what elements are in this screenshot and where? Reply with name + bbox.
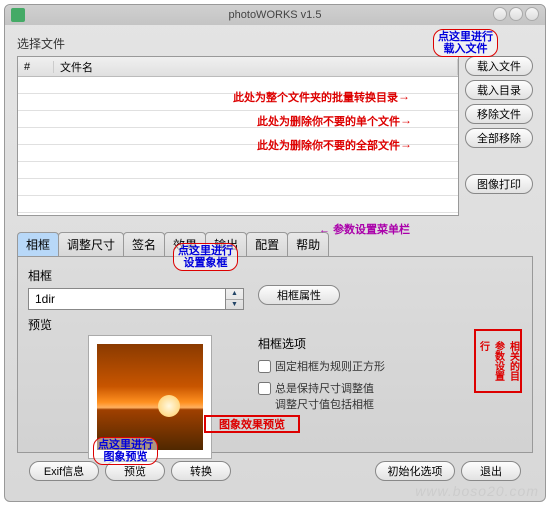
tab-signature[interactable]: 签名 xyxy=(123,232,165,256)
exif-button[interactable]: Exif信息 xyxy=(29,461,99,481)
app-window: photoWORKS v1.5 选择文件 # 文件名 载入文件 载入目录 xyxy=(4,4,546,502)
file-table[interactable]: # 文件名 xyxy=(17,56,459,216)
remove-all-button[interactable]: 全部移除 xyxy=(465,128,533,148)
frame-group-label: 相框 xyxy=(28,267,244,284)
exit-button[interactable]: 退出 xyxy=(461,461,521,481)
opt-keepsize-checkbox[interactable] xyxy=(258,382,271,395)
sun-icon xyxy=(158,395,180,417)
preview-label: 预览 xyxy=(28,316,244,333)
app-icon xyxy=(11,8,25,22)
annot-effect: 图象效果预览 xyxy=(219,416,285,432)
tab-help[interactable]: 帮助 xyxy=(287,232,329,256)
col-number: # xyxy=(18,61,54,73)
close-button[interactable] xyxy=(525,7,539,21)
tab-frame[interactable]: 相框 xyxy=(17,232,59,256)
sunset-image xyxy=(97,344,203,450)
preview-button[interactable]: 预览 xyxy=(105,461,165,481)
window-controls xyxy=(493,7,539,21)
annot-sideopts: 相关的目 参数设置 行 xyxy=(476,341,521,381)
annot-box-effect: 图象效果预览 xyxy=(204,415,300,433)
tab-config[interactable]: 配置 xyxy=(246,232,288,256)
opt-keepsize-label: 总是保持尺寸调整值 调整尺寸值包括相框 xyxy=(275,380,374,412)
remove-file-button[interactable]: 移除文件 xyxy=(465,104,533,124)
tab-bar: 相框 调整尺寸 签名 效果 输出 配置 帮助 xyxy=(17,232,533,257)
table-header: # 文件名 xyxy=(18,57,458,77)
titlebar: photoWORKS v1.5 xyxy=(5,5,545,25)
minimize-button[interactable] xyxy=(493,7,507,21)
annot-box-sideopts: 相关的目 参数设置 行 xyxy=(474,329,522,393)
tab-panel-frame: 相框 ▲▼ 预览 相框属性 xyxy=(17,257,533,453)
maximize-button[interactable] xyxy=(509,7,523,21)
opt-square-label: 固定相框为规则正方形 xyxy=(275,358,385,374)
convert-button[interactable]: 转换 xyxy=(171,461,231,481)
print-button[interactable]: 图像打印 xyxy=(465,174,533,194)
frame-props-button[interactable]: 相框属性 xyxy=(258,285,340,305)
tab-output[interactable]: 输出 xyxy=(205,232,247,256)
opt-square-checkbox[interactable] xyxy=(258,360,271,373)
load-files-button[interactable]: 载入文件 xyxy=(465,56,533,76)
frame-combo[interactable]: ▲▼ xyxy=(28,288,244,310)
table-body xyxy=(18,77,458,216)
init-button[interactable]: 初始化选项 xyxy=(375,461,455,481)
watermark: www.boso20.com xyxy=(415,483,539,499)
window-title: photoWORKS v1.5 xyxy=(229,9,322,21)
select-files-label: 选择文件 xyxy=(17,35,533,52)
tab-effect[interactable]: 效果 xyxy=(164,232,206,256)
frame-spinner[interactable]: ▲▼ xyxy=(226,288,244,310)
col-filename: 文件名 xyxy=(54,59,458,75)
frame-combo-input[interactable] xyxy=(28,288,226,310)
tab-resize[interactable]: 调整尺寸 xyxy=(58,232,124,256)
preview-thumbnail xyxy=(88,335,212,459)
load-dir-button[interactable]: 载入目录 xyxy=(465,80,533,100)
